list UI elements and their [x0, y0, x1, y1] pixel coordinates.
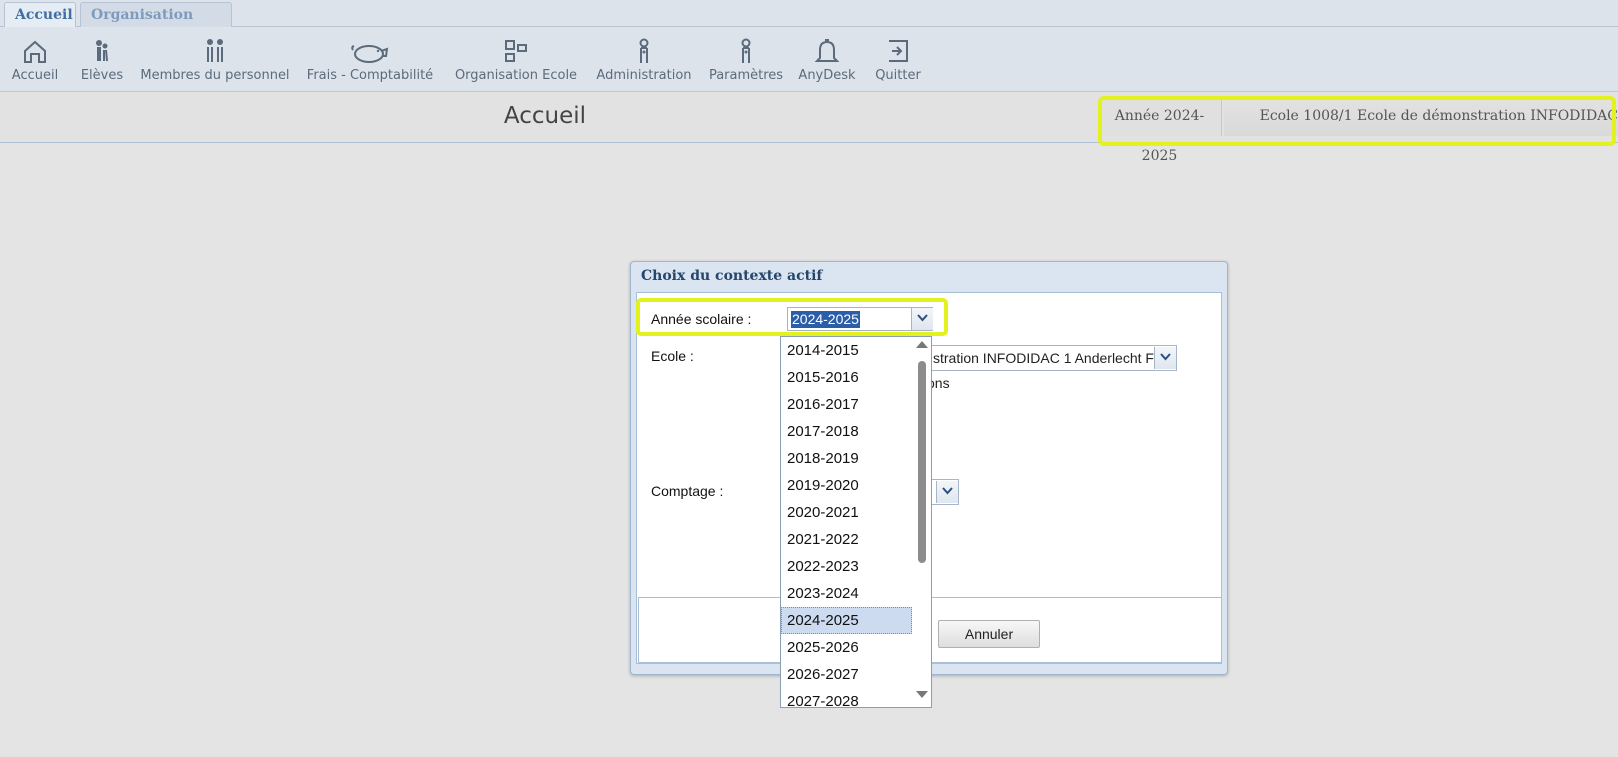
main-toolbar: Accueil Elèves Membres du personnel Frai…: [0, 28, 1618, 92]
staff-icon: [201, 37, 229, 65]
page-header: Accueil Année 2024-2025 Ecole 1008/1 Eco…: [0, 93, 1618, 164]
year-option[interactable]: 2018-2019: [781, 445, 912, 472]
year-option[interactable]: 2026-2027: [781, 661, 912, 688]
page-title: Accueil: [503, 103, 587, 129]
home-icon: [21, 37, 49, 65]
bell-icon: [813, 37, 841, 65]
year-option[interactable]: 2024-2025: [781, 607, 912, 634]
school-year-value: 2024-2025: [791, 311, 860, 328]
piggy-bank-icon: [350, 37, 390, 65]
year-option[interactable]: 2017-2018: [781, 418, 912, 445]
toolbar-organisation-button[interactable]: Organisation Ecole: [455, 28, 577, 90]
toolbar-accueil-button[interactable]: Accueil: [12, 28, 58, 90]
tab-organisation-ecole[interactable]: Organisation école: [80, 2, 232, 47]
toolbar-frais-button[interactable]: Frais - Comptabilité: [307, 28, 433, 90]
year-option[interactable]: 2021-2022: [781, 526, 912, 553]
chevron-down-icon: [942, 487, 953, 495]
school-value: stration INFODIDAC 1 Anderlecht F98: [933, 350, 1170, 366]
year-option[interactable]: 2016-2017: [781, 391, 912, 418]
year-option[interactable]: 2025-2026: [781, 634, 912, 661]
year-option[interactable]: 2027-2028: [781, 688, 912, 707]
toolbar-frais-label: Frais - Comptabilité: [306, 68, 434, 83]
dialog-title: Choix du contexte actif: [641, 268, 823, 284]
school-select[interactable]: stration INFODIDAC 1 Anderlecht F98: [927, 345, 1177, 371]
toolbar-personnel-label: Membres du personnel: [140, 68, 290, 83]
admin-icon: [630, 37, 658, 65]
toolbar-quitter-button[interactable]: Quitter: [875, 28, 921, 90]
school-year-dropdown-list[interactable]: 2014-2015 2015-2016 2016-2017 2017-2018 2018…: [780, 336, 932, 708]
toolbar-eleves-button[interactable]: Elèves: [81, 28, 123, 90]
context-year-button[interactable]: Année 2024-2025: [1098, 96, 1222, 164]
exit-icon: [884, 37, 912, 65]
chevron-down-icon: [1160, 353, 1171, 361]
chevron-down-icon: [917, 314, 928, 322]
pupils-icon: [88, 37, 116, 65]
settings-person-icon: [732, 37, 760, 65]
year-option[interactable]: 2014-2015: [781, 337, 912, 364]
toolbar-administration-button[interactable]: Administration: [596, 28, 692, 90]
toolbar-parametres-button[interactable]: Paramètres: [709, 28, 783, 90]
year-option[interactable]: 2020-2021: [781, 499, 912, 526]
context-school-button[interactable]: Ecole 1008/1 Ecole de démonstration INFO…: [1224, 96, 1618, 136]
comptage-dropdown-button[interactable]: [936, 481, 958, 503]
toolbar-administration-label: Administration: [596, 68, 692, 83]
school-label: Ecole :: [651, 348, 694, 364]
tab-accueil[interactable]: Accueil: [4, 2, 76, 27]
scroll-up-arrow-icon[interactable]: [916, 341, 928, 348]
dropdown-scrollbar[interactable]: [913, 337, 931, 707]
school-year-dropdown-button[interactable]: [911, 308, 933, 330]
scroll-down-arrow-icon[interactable]: [916, 691, 928, 698]
school-year-label: Année scolaire :: [651, 311, 752, 327]
toolbar-organisation-label: Organisation Ecole: [454, 68, 578, 83]
scrollbar-thumb[interactable]: [918, 361, 926, 563]
toolbar-personnel-button[interactable]: Membres du personnel: [140, 28, 290, 90]
organisation-icon: [502, 37, 530, 65]
year-option[interactable]: 2019-2020: [781, 472, 912, 499]
top-tab-bar: Accueil Organisation école: [0, 0, 1618, 47]
toolbar-anydesk-button[interactable]: AnyDesk: [798, 28, 856, 90]
comptage-label: Comptage :: [651, 483, 724, 499]
school-year-select[interactable]: 2024-2025: [787, 307, 933, 331]
cancel-button[interactable]: Annuler: [938, 620, 1040, 648]
year-option[interactable]: 2015-2016: [781, 364, 912, 391]
school-dropdown-button[interactable]: [1154, 347, 1176, 369]
year-option[interactable]: 2022-2023: [781, 553, 912, 580]
year-option[interactable]: 2023-2024: [781, 580, 912, 607]
toolbar-quitter-label: Quitter: [875, 68, 921, 83]
active-context-bar: Année 2024-2025 Ecole 1008/1 Ecole de dé…: [1098, 93, 1618, 164]
